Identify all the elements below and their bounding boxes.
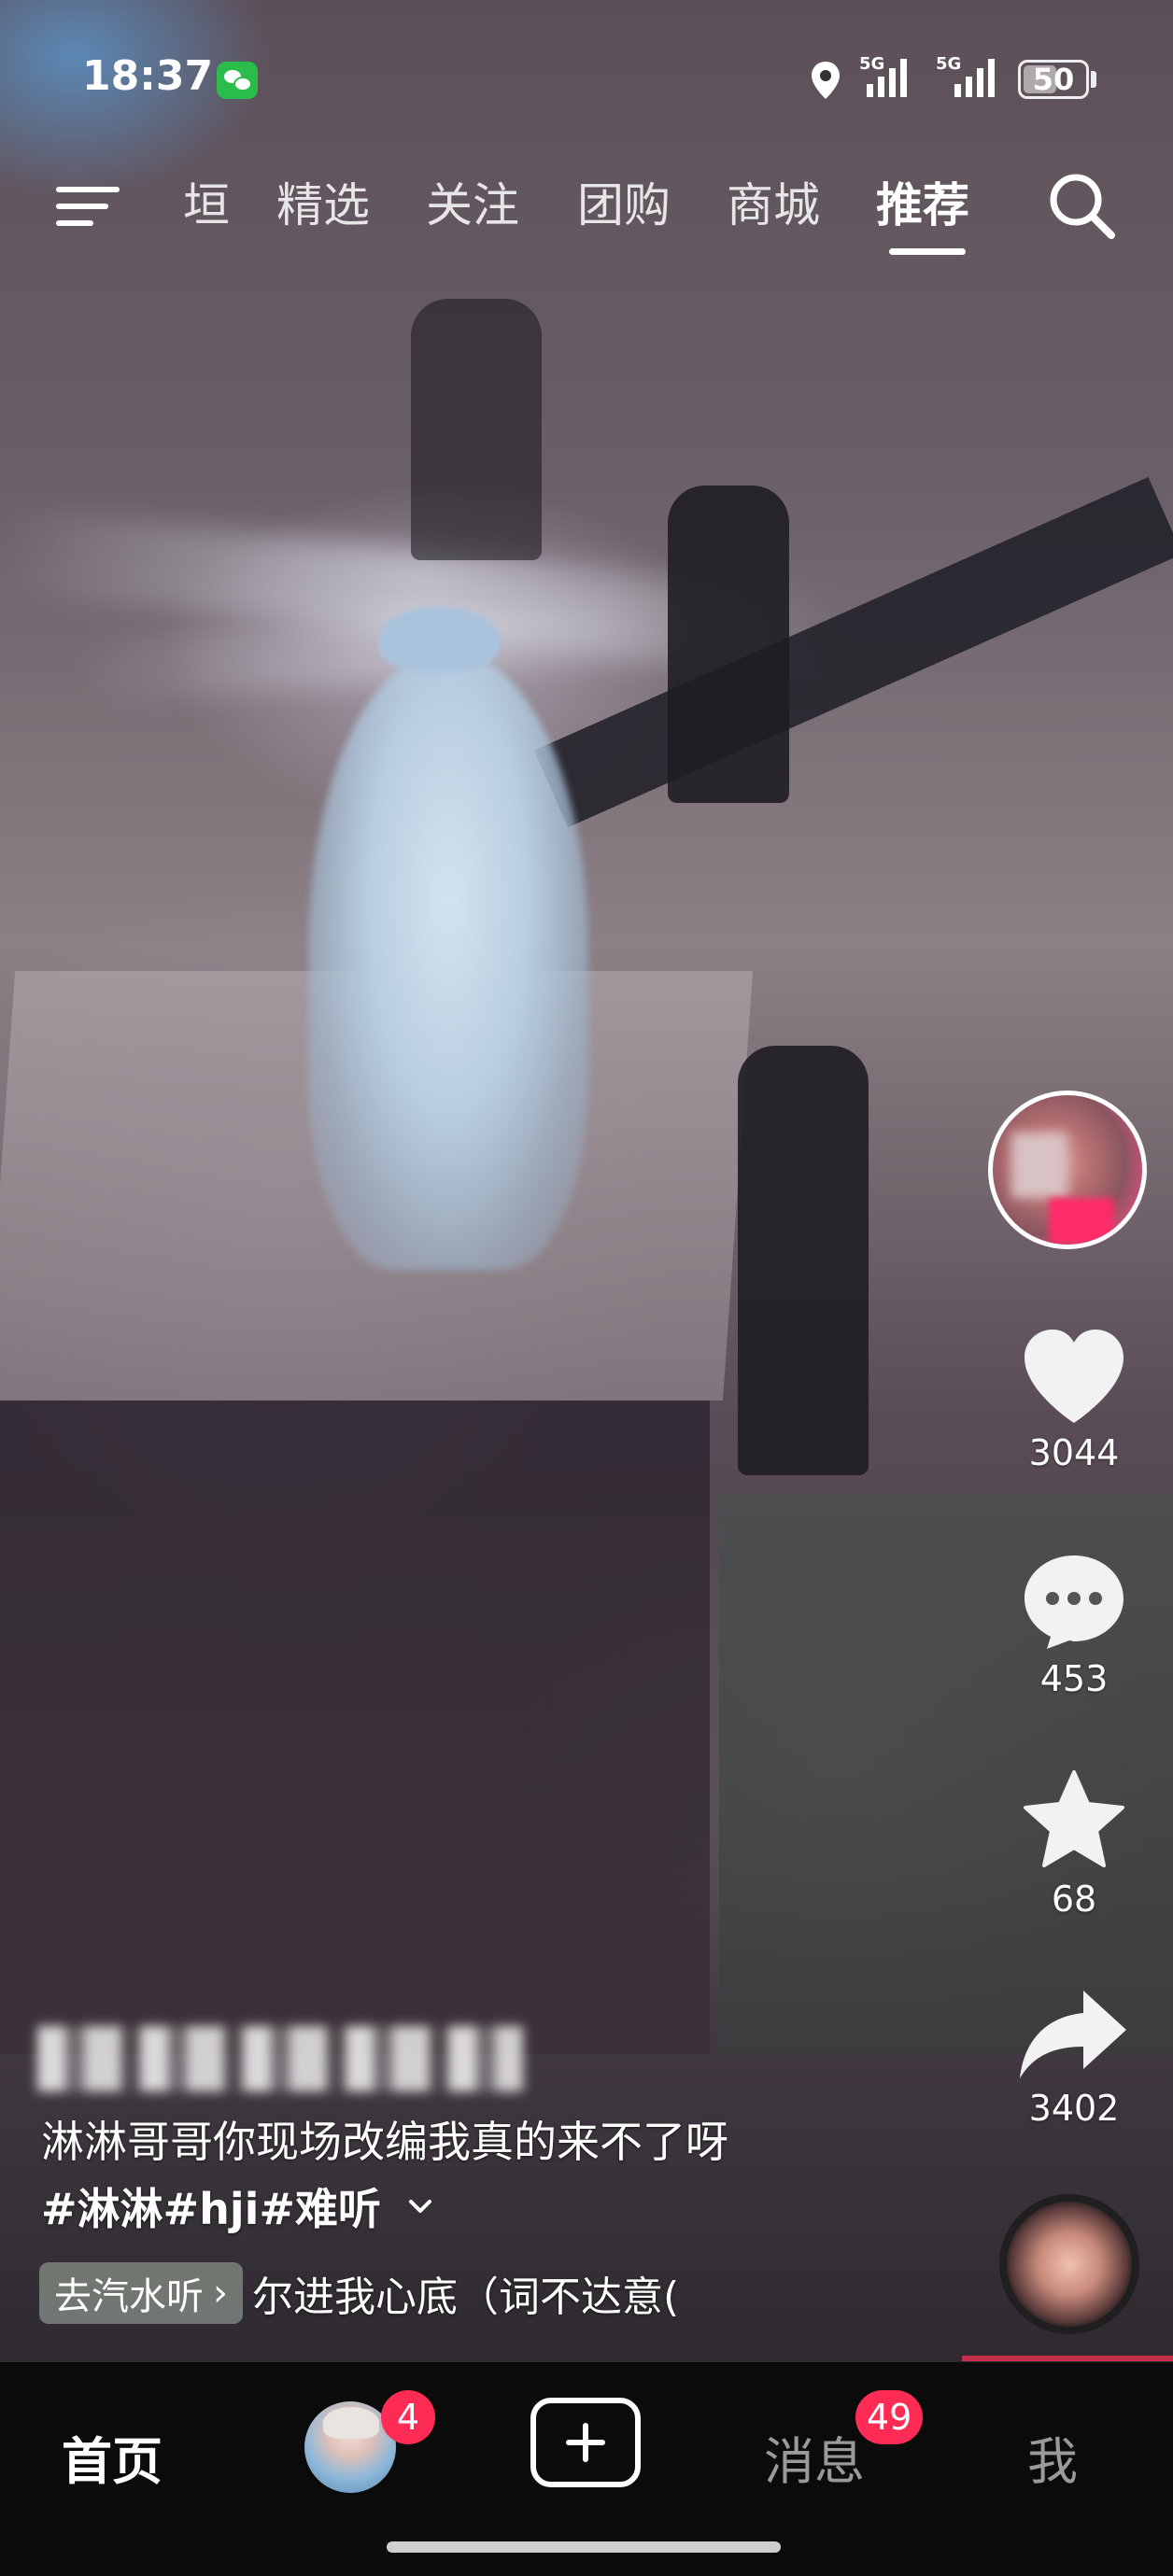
friends-badge: 4 [381,2390,435,2444]
signal-icon-2 [954,59,995,97]
tab-group-buy[interactable]: 团购 [577,168,671,235]
nav-messages[interactable]: 消息 [764,2420,865,2494]
hashtag-text[interactable]: #淋淋#hji#难听 [41,2175,381,2237]
tab-recommend[interactable]: 推荐 [876,168,969,235]
bottom-nav: 首页 4 消息 49 我 [0,2362,1173,2576]
singer-figure [308,654,588,1270]
crew-member [411,299,542,560]
favorite-action[interactable]: 68 [999,1768,1149,1920]
listen-music-label: 去汽水听 [54,2275,204,2318]
wechat-notification-icon [217,62,258,99]
nav-home[interactable]: 首页 [62,2420,163,2494]
crew-member [668,486,789,803]
tab-mall[interactable]: 商城 [727,168,820,235]
signal-icon [867,59,907,97]
share-icon[interactable] [1016,1985,1132,2082]
author-name-blurred[interactable] [37,2026,523,2091]
status-time: 18:37 [82,52,214,100]
music-disc[interactable] [999,2194,1139,2334]
like-count: 3044 [1028,1432,1120,1473]
crew-member [738,1046,869,1475]
tab-featured[interactable]: 精选 [276,168,370,235]
video-progress[interactable] [962,2356,1173,2361]
top-nav: 垣 精选 关注 团购 商城 推荐 [0,159,1173,271]
home-indicator[interactable] [387,2541,781,2553]
battery-icon: 50 [1018,60,1089,99]
music-lyric: 尔进我心底（词不达意( [252,2273,680,2321]
nav-me[interactable]: 我 [1027,2420,1078,2494]
tab-following[interactable]: 关注 [426,168,519,235]
chevron-down-icon[interactable] [403,2189,437,2223]
music-row: 去汽水听 › 尔进我心底（词不达意( [39,2261,679,2325]
search-icon[interactable] [1044,168,1119,243]
menu-icon[interactable] [56,176,123,232]
active-tab-indicator [889,248,966,255]
stage-side [0,1401,710,2054]
share-count: 3402 [1028,2088,1120,2129]
star-icon[interactable] [1019,1768,1129,1873]
like-action[interactable]: 3044 [999,1326,1149,1473]
comment-action[interactable]: 453 [999,1550,1149,1699]
heart-icon[interactable] [1019,1326,1129,1427]
create-button[interactable] [530,2398,641,2487]
status-bar: 18:37 5G 5G 50 [0,0,1173,159]
favorite-count: 68 [1051,1879,1097,1920]
author-avatar[interactable] [988,1091,1147,1249]
hashtags[interactable]: #淋淋#hji#难听 [41,2175,437,2237]
comment-icon[interactable] [1019,1550,1129,1653]
comment-count: 453 [1039,1658,1109,1699]
listen-music-button[interactable]: 去汽水听 › [39,2262,243,2324]
messages-badge: 49 [855,2390,924,2444]
tab-partial[interactable]: 垣 [183,168,230,235]
chevron-right-icon: › [213,2272,228,2315]
battery-level: 50 [1032,62,1075,97]
location-icon [812,62,840,99]
singer-hat [378,607,500,672]
video-caption: 淋淋哥哥你现场改编我真的来不了呀 [41,2117,728,2167]
share-action[interactable]: 3402 [999,1985,1149,2129]
